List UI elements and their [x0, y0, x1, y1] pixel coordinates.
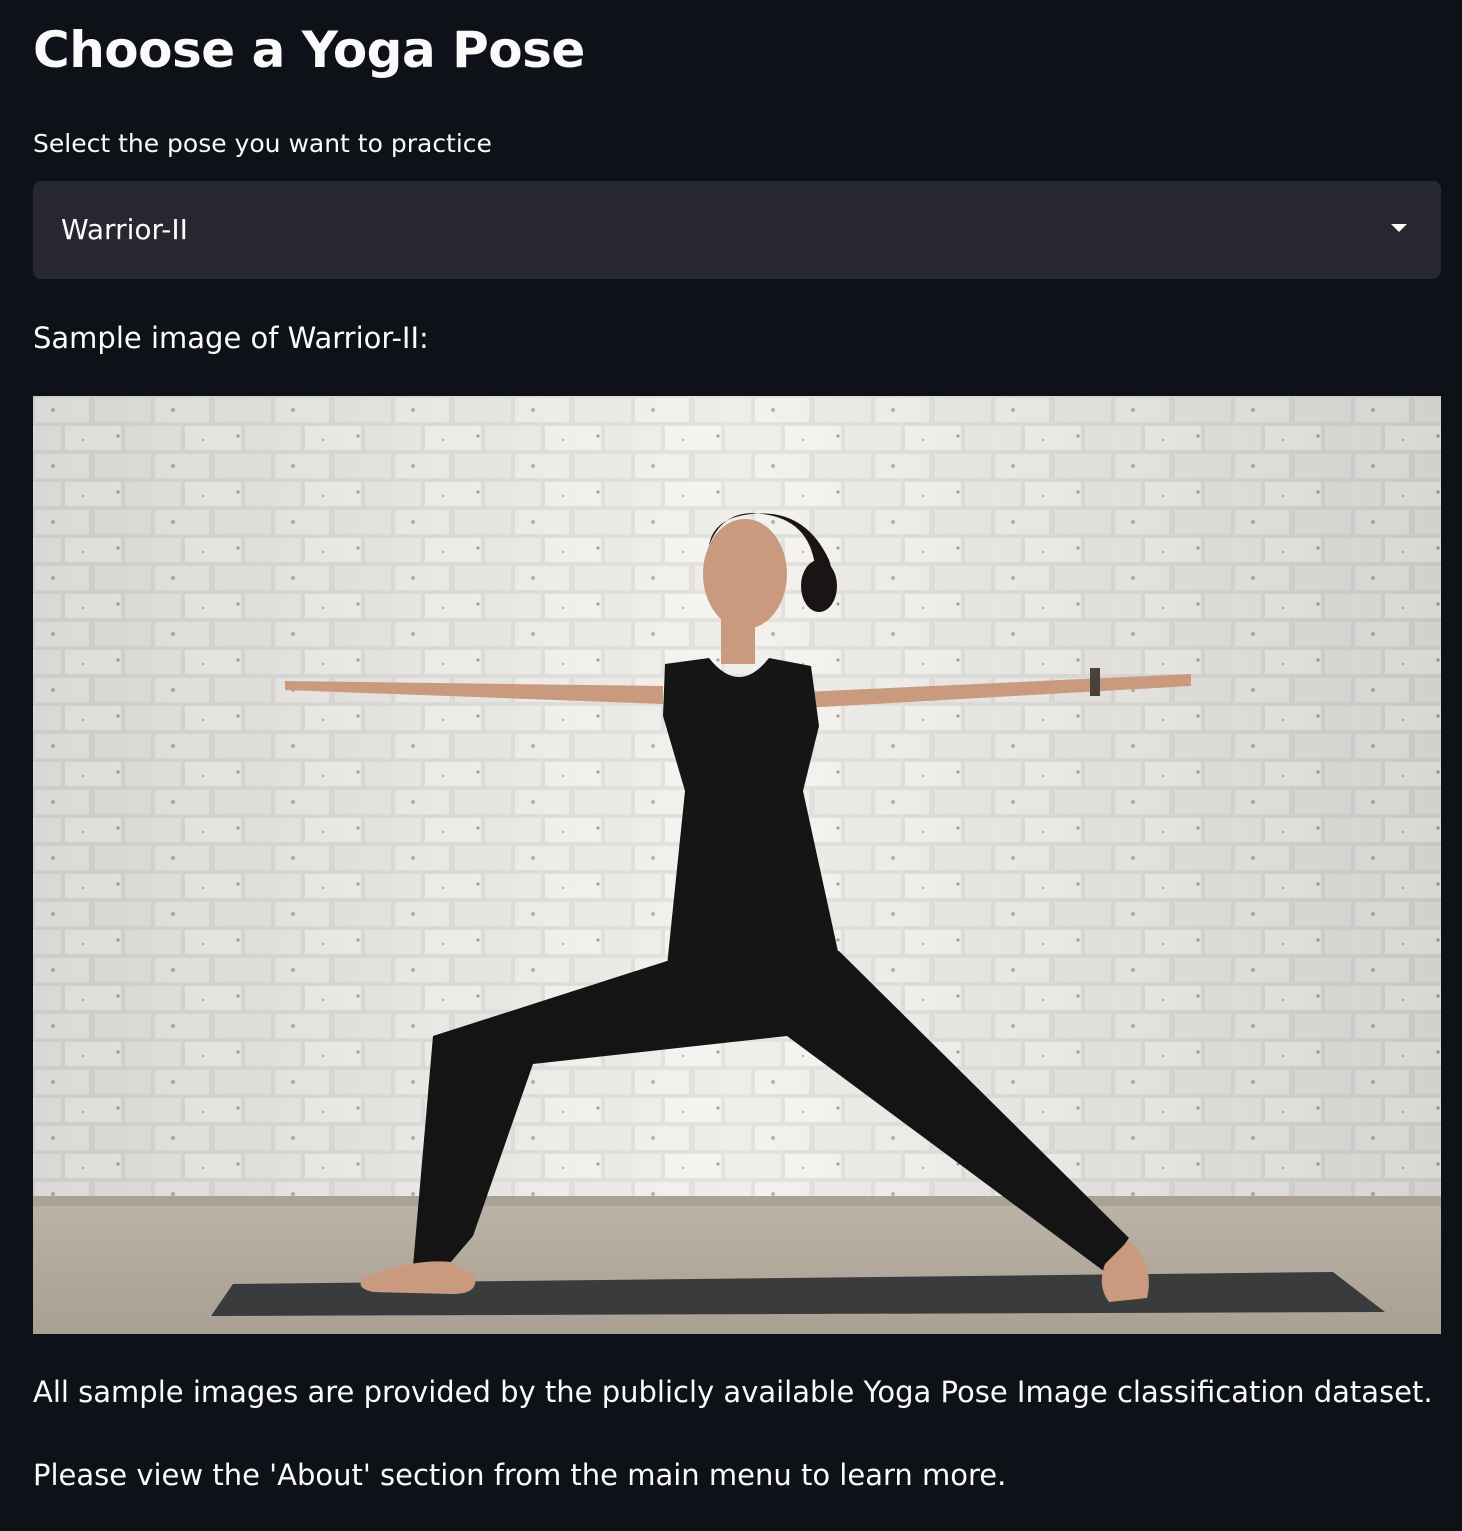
- pose-select-value: Warrior-II: [61, 213, 188, 246]
- pose-select-dropdown[interactable]: Warrior-II: [33, 181, 1441, 279]
- page-title: Choose a Yoga Pose: [33, 21, 585, 79]
- pose-selection-page: Choose a Yoga Pose Select the pose you w…: [0, 0, 1462, 1531]
- sample-image-caption: Sample image of Warrior-II:: [33, 321, 429, 355]
- pose-select-label: Select the pose you want to practice: [33, 129, 492, 158]
- sample-pose-image: [33, 396, 1441, 1334]
- chevron-down-icon[interactable]: [1391, 224, 1407, 232]
- about-hint-text: Please view the 'About' section from the…: [33, 1458, 1007, 1492]
- dataset-attribution-text: All sample images are provided by the pu…: [33, 1375, 1433, 1409]
